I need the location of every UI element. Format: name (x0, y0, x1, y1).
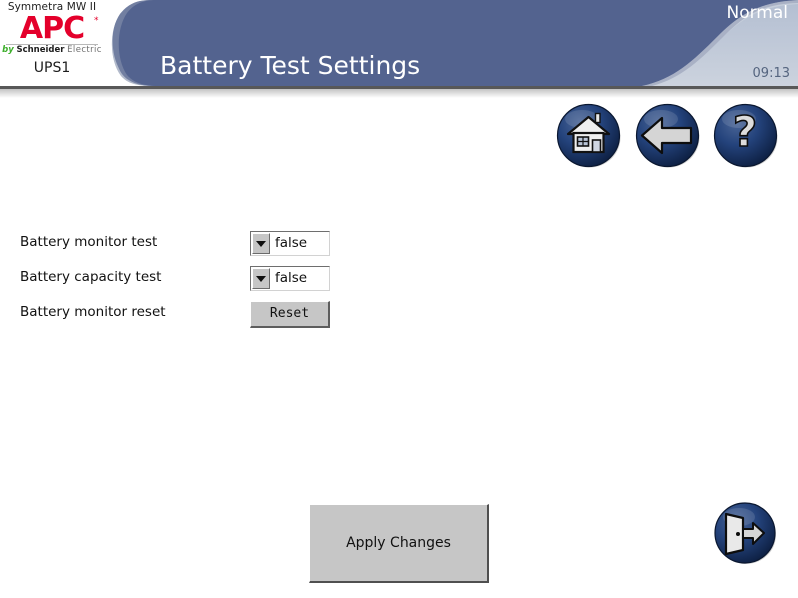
brand-model-label: Symmetra MW II (7, 1, 97, 13)
page-title: Battery Test Settings (160, 51, 421, 80)
schneider-byline: by Schneider Electric (0, 45, 104, 55)
apply-changes-button[interactable]: Apply Changes (309, 504, 489, 583)
svg-text:?: ? (733, 107, 757, 156)
form-row-battery-monitor-test: Battery monitor test false (20, 231, 780, 257)
page-header: Symmetra MW II APC * by Schneider Electr… (0, 0, 798, 88)
form-row-battery-monitor-reset: Battery monitor reset Reset (20, 301, 780, 328)
byline-schneider: Schneider (16, 45, 65, 55)
brand-panel: Symmetra MW II APC * by Schneider Electr… (0, 0, 104, 86)
back-button[interactable] (633, 101, 702, 170)
clock-time: 09:13 (752, 66, 790, 81)
row-label: Battery capacity test (20, 269, 162, 285)
home-button[interactable] (554, 101, 623, 170)
battery-monitor-test-dropdown[interactable]: false (250, 231, 330, 256)
byline-electric: Electric (67, 45, 102, 55)
chevron-down-icon[interactable] (252, 233, 270, 254)
byline-by: by (2, 45, 14, 55)
apc-logo-icon: APC * (20, 13, 99, 43)
ups-screen: Symmetra MW II APC * by Schneider Electr… (0, 0, 798, 598)
question-mark-icon: ? (732, 106, 758, 157)
status-badge: Normal (726, 3, 788, 23)
svg-text:APC: APC (20, 13, 84, 43)
header-shadow (0, 89, 798, 98)
reset-button[interactable]: Reset (250, 301, 330, 328)
unit-name-label: UPS1 (33, 60, 71, 76)
row-label: Battery monitor test (20, 234, 158, 250)
row-label: Battery monitor reset (20, 304, 166, 320)
help-button[interactable]: ? (711, 101, 780, 170)
form-row-battery-capacity-test: Battery capacity test false (20, 266, 780, 292)
battery-capacity-test-dropdown[interactable]: false (250, 266, 330, 291)
logout-button[interactable] (712, 500, 778, 566)
dropdown-value: false (275, 235, 308, 251)
svg-text:*: * (94, 16, 99, 26)
dropdown-value: false (275, 270, 308, 286)
chevron-down-icon[interactable] (252, 268, 270, 289)
